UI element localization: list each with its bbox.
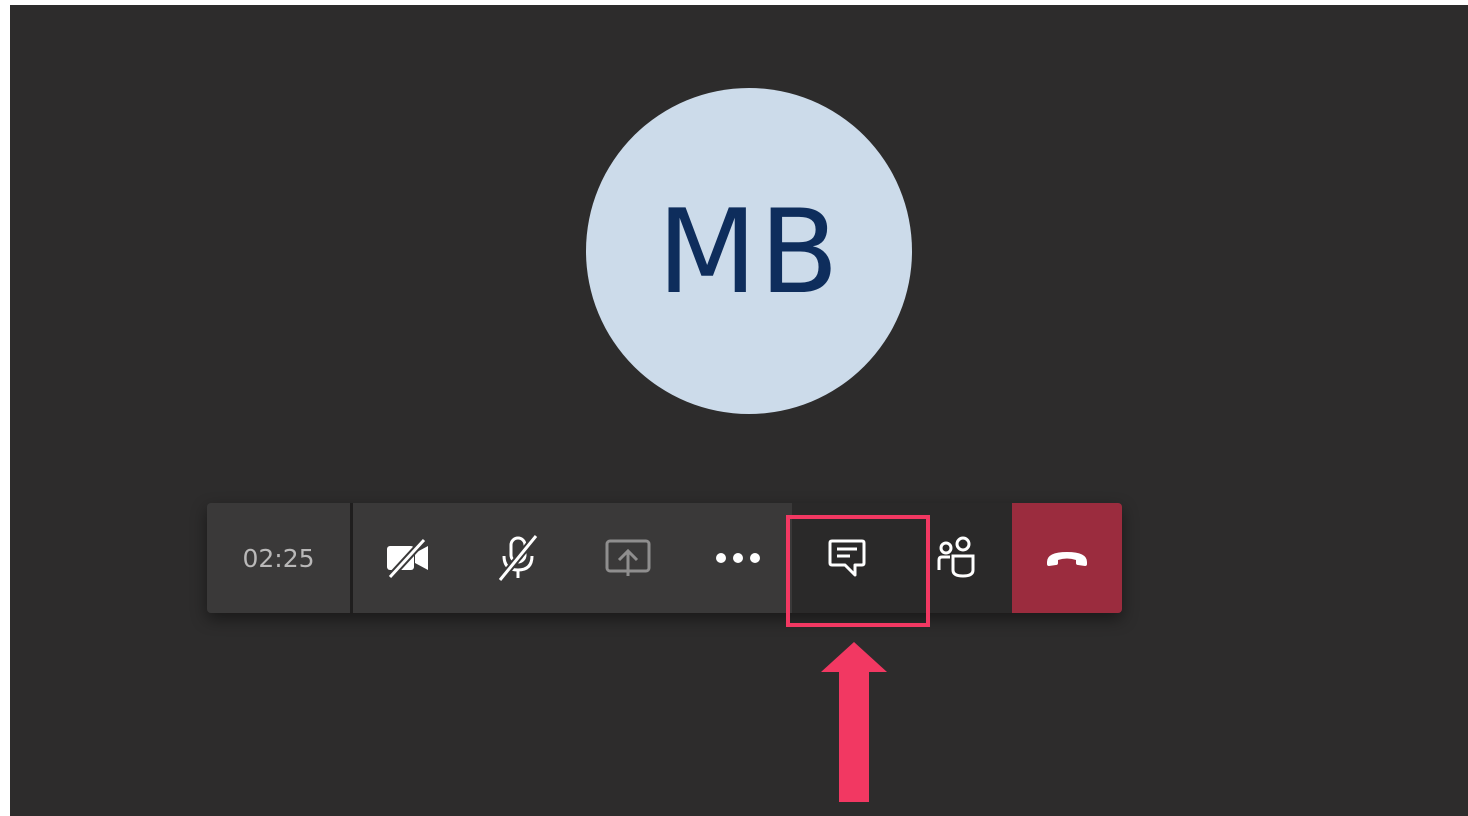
- call-stage: MB: [10, 5, 1468, 816]
- call-timer: 02:25: [207, 503, 350, 613]
- share-screen-button[interactable]: [573, 503, 683, 613]
- more-actions-button[interactable]: [683, 503, 793, 613]
- call-panels-group: [792, 503, 1012, 613]
- camera-toggle-button[interactable]: [353, 503, 463, 613]
- participants-button[interactable]: [902, 503, 1012, 613]
- hang-up-button[interactable]: [1012, 503, 1122, 613]
- call-controls-group: [353, 503, 792, 613]
- share-screen-icon: [605, 539, 651, 576]
- participant-avatar: MB: [586, 88, 912, 414]
- more-actions-icon: [716, 553, 760, 563]
- video-off-icon: [387, 538, 428, 578]
- mic-off-icon: [497, 534, 539, 582]
- microphone-toggle-button[interactable]: [463, 503, 573, 613]
- avatar-initials: MB: [657, 185, 841, 320]
- call-toolbar: 02:25: [207, 503, 1122, 613]
- hang-up-icon: [1047, 552, 1087, 566]
- participants-icon: [937, 536, 975, 578]
- chat-button[interactable]: [792, 503, 902, 613]
- chat-icon: [828, 539, 866, 577]
- pointer-arrow-icon: [821, 642, 887, 802]
